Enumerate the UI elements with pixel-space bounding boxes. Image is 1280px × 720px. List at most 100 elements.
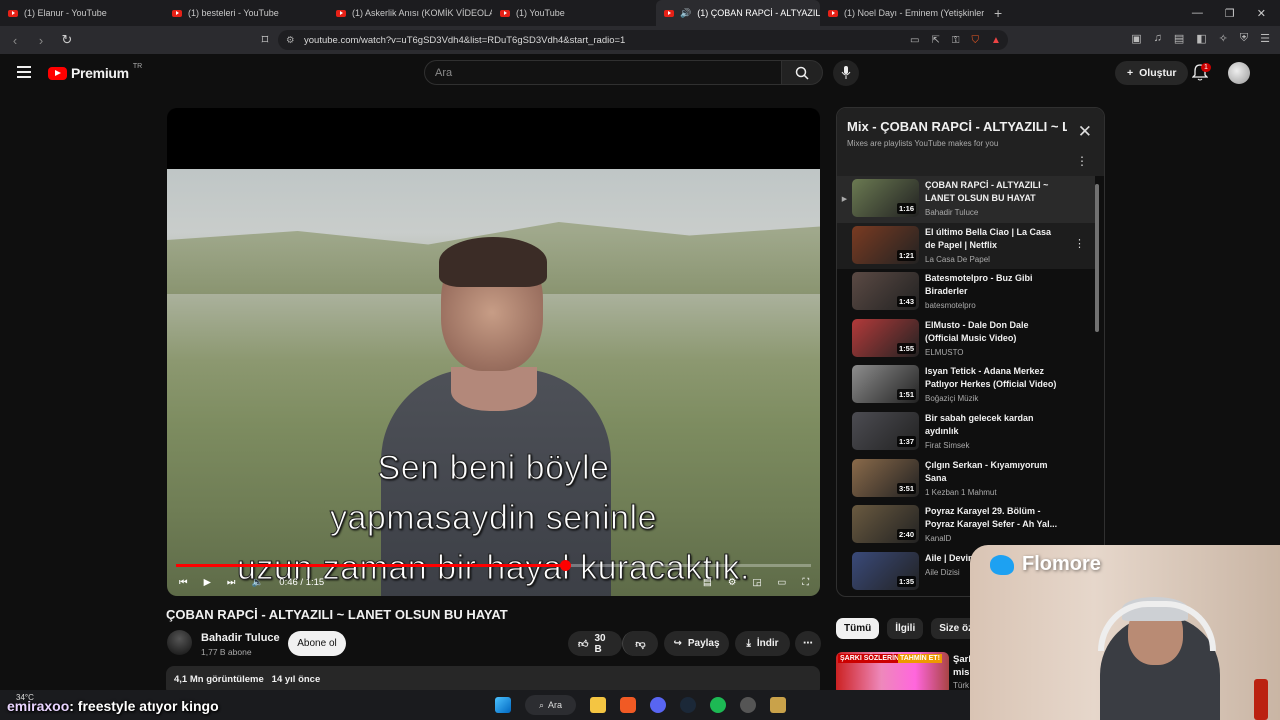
- new-tab-icon[interactable]: +: [984, 5, 1012, 21]
- chip-related[interactable]: İlgili: [887, 618, 924, 639]
- browser-tab[interactable]: (1) Noel Dayı - Eminem (Yetişkinler i: [820, 0, 984, 26]
- subscribe-button[interactable]: Abone ol: [288, 631, 346, 656]
- play-icon[interactable]: ▶: [204, 577, 211, 588]
- leo-icon[interactable]: ✧: [1219, 32, 1228, 45]
- playlist-thumbnail[interactable]: 1:21: [852, 225, 919, 264]
- steam-icon[interactable]: [680, 697, 697, 713]
- search-input[interactable]: Ara: [424, 60, 782, 85]
- channel-avatar[interactable]: [167, 630, 192, 655]
- playlist-item[interactable]: 2:40 Poyraz Karayel 29. Bölüm - Poyraz Ka…: [837, 502, 1095, 549]
- cast-icon[interactable]: ▭: [910, 35, 919, 46]
- settings-gear-icon[interactable]: ⚙: [728, 577, 737, 588]
- account-avatar[interactable]: [1228, 62, 1250, 84]
- item-menu-icon[interactable]: ⋮: [1074, 237, 1085, 250]
- speaker-icon[interactable]: 🔊: [680, 8, 691, 19]
- playlist-items: ▶ 1:16 ÇOBAN RAPCİ - ALTYAZILI ~ LANET OLS…: [837, 176, 1095, 595]
- playlist-scrollbar[interactable]: [1095, 184, 1099, 332]
- previous-icon[interactable]: ⏮: [179, 577, 188, 588]
- hamburger-menu-icon[interactable]: [17, 66, 31, 81]
- video-subtitles: Sen beni böyle yapmasaydin seninle uzun …: [236, 449, 751, 588]
- youtube-favicon-icon: [8, 9, 18, 17]
- filter-chips: Tümü İlgili Size özel: [836, 618, 990, 639]
- discord-icon[interactable]: [650, 697, 667, 713]
- playlist-thumbnail[interactable]: 1:43: [852, 272, 919, 311]
- playlist-item[interactable]: 1:43 Batesmotelpro - Buz Gibi Biraderler b…: [837, 269, 1095, 316]
- next-icon[interactable]: ⏭: [227, 577, 236, 588]
- window-controls: — ❐ ✕: [1192, 7, 1280, 20]
- theater-mode-icon[interactable]: ▭: [777, 577, 786, 588]
- channel-name[interactable]: Bahadir Tuluce: [201, 632, 280, 644]
- forward-icon[interactable]: ›: [34, 33, 48, 48]
- playlist-index: [837, 505, 852, 521]
- volume-icon[interactable]: 🔈: [251, 577, 263, 588]
- browser-tab-active[interactable]: 🔊(1) ÇOBAN RAPCİ - ALTYAZIL✕: [656, 0, 820, 26]
- music-icon[interactable]: ♫: [1154, 32, 1162, 45]
- fullscreen-icon[interactable]: ⛶: [802, 577, 809, 588]
- windows-start-icon[interactable]: [495, 697, 511, 713]
- reload-icon[interactable]: ↻: [60, 32, 74, 48]
- playlist-item[interactable]: 3:51 Çılgın Serkan - Kıyamıyorum Sana 1 Ke…: [837, 456, 1095, 503]
- vpn-icon[interactable]: ⛨: [1240, 32, 1248, 45]
- download-button[interactable]: ⤓ İndir: [735, 631, 790, 656]
- browser-tab[interactable]: (1) besteleri - YouTube: [164, 0, 328, 26]
- playlist-thumbnail[interactable]: 3:51: [852, 458, 919, 497]
- search-button[interactable]: [781, 60, 823, 85]
- dislike-button[interactable]: 👎︎: [622, 631, 658, 656]
- playlist-thumbnail[interactable]: 1:35: [852, 551, 919, 590]
- playlist-index: [837, 365, 852, 381]
- voice-search-button[interactable]: [833, 60, 859, 86]
- recommended-thumbnail[interactable]: ŞARKI SÖZLERİNİ TAHMİN ET!: [836, 652, 949, 695]
- close-window-icon[interactable]: ✕: [1257, 7, 1266, 20]
- video-duration: 1:35: [896, 575, 916, 587]
- more-actions-button[interactable]: ⋯: [795, 631, 821, 656]
- playlist-item[interactable]: 1:51 Isyan Tetick - Adana Merkez Patlıyor…: [837, 362, 1095, 409]
- sidebar-toggle-icon[interactable]: ▣: [1131, 32, 1141, 45]
- restore-icon[interactable]: ❐: [1225, 7, 1235, 20]
- now-playing-icon: ▶: [841, 196, 848, 203]
- video-duration: 1:51: [896, 389, 916, 401]
- video-player[interactable]: Sen beni böyle yapmasaydin seninle uzun …: [167, 108, 820, 596]
- create-button[interactable]: + Oluştur: [1115, 61, 1189, 85]
- like-button[interactable]: 👍︎ 30 B: [568, 631, 622, 656]
- brave-shield-icon[interactable]: ⛉: [971, 35, 979, 46]
- share-page-icon[interactable]: ⇱: [931, 35, 939, 46]
- url-field[interactable]: ⚙ youtube.com/watch?v=uT6gSD3Vdh4&list=R…: [278, 30, 1008, 50]
- playlist-menu-icon[interactable]: ⋮: [1076, 154, 1088, 168]
- playlist-thumbnail[interactable]: 1:51: [852, 365, 919, 404]
- youtube-logo[interactable]: Premium TR: [48, 63, 142, 81]
- miniplayer-icon[interactable]: ◲: [752, 577, 761, 588]
- playlist-item[interactable]: ▶ 1:16 ÇOBAN RAPCİ - ALTYAZILI ~ LANET OLS…: [837, 176, 1095, 223]
- playlist-item[interactable]: 1:37 Bir sabah gelecek kardan aydınlık Fir…: [837, 409, 1095, 456]
- playlist-title[interactable]: Mix - ÇOBAN RAPCİ - ALTYAZILI ~ LANET OL…: [847, 119, 1067, 134]
- playlist-thumbnail[interactable]: 1:55: [852, 318, 919, 357]
- minimize-icon[interactable]: —: [1192, 7, 1203, 20]
- file-explorer-icon[interactable]: [590, 697, 607, 713]
- youtube-favicon-icon: [336, 9, 346, 17]
- chip-all[interactable]: Tümü: [836, 618, 880, 639]
- browser-menu-icon[interactable]: ☰: [1260, 32, 1270, 45]
- browser-tab[interactable]: (1) Askerlik Anısı (KOMİK VİDEOLAR: [328, 0, 492, 26]
- obs-icon[interactable]: [740, 697, 757, 713]
- close-playlist-icon[interactable]: ✕: [1078, 122, 1092, 142]
- spotify-icon[interactable]: [710, 697, 727, 713]
- playlist-item[interactable]: 1:55 ElMusto - Dale Don Dale (Official Mu…: [837, 316, 1095, 363]
- key-icon[interactable]: ⚿: [952, 35, 960, 46]
- playlist-thumbnail[interactable]: 2:40: [852, 505, 919, 544]
- wallet-icon[interactable]: ◧: [1196, 32, 1206, 45]
- playlist-thumbnail[interactable]: 1:37: [852, 411, 919, 450]
- rewards-icon[interactable]: ▲: [991, 35, 1001, 46]
- browser-tab[interactable]: (1) YouTube: [492, 0, 656, 26]
- playlist-item[interactable]: 1:21 El último Bella Ciao | La Casa de Pa…: [837, 222, 1095, 270]
- reader-icon[interactable]: ▤: [1174, 32, 1184, 45]
- brave-browser-icon[interactable]: [620, 697, 637, 713]
- site-info-icon[interactable]: ⚙: [286, 35, 295, 46]
- app-icon[interactable]: [770, 697, 787, 713]
- playlist-thumbnail[interactable]: 1:16: [852, 179, 919, 217]
- share-button[interactable]: ↪ Paylaş: [664, 631, 729, 656]
- back-icon[interactable]: ‹: [8, 33, 22, 48]
- captions-icon[interactable]: ▤: [703, 577, 712, 588]
- bookmark-icon[interactable]: ⌑: [258, 32, 272, 48]
- progress-bar[interactable]: [176, 560, 811, 571]
- taskbar-search[interactable]: ⌕ Ara: [525, 695, 577, 715]
- browser-tab[interactable]: (1) Elanur - YouTube: [0, 0, 164, 26]
